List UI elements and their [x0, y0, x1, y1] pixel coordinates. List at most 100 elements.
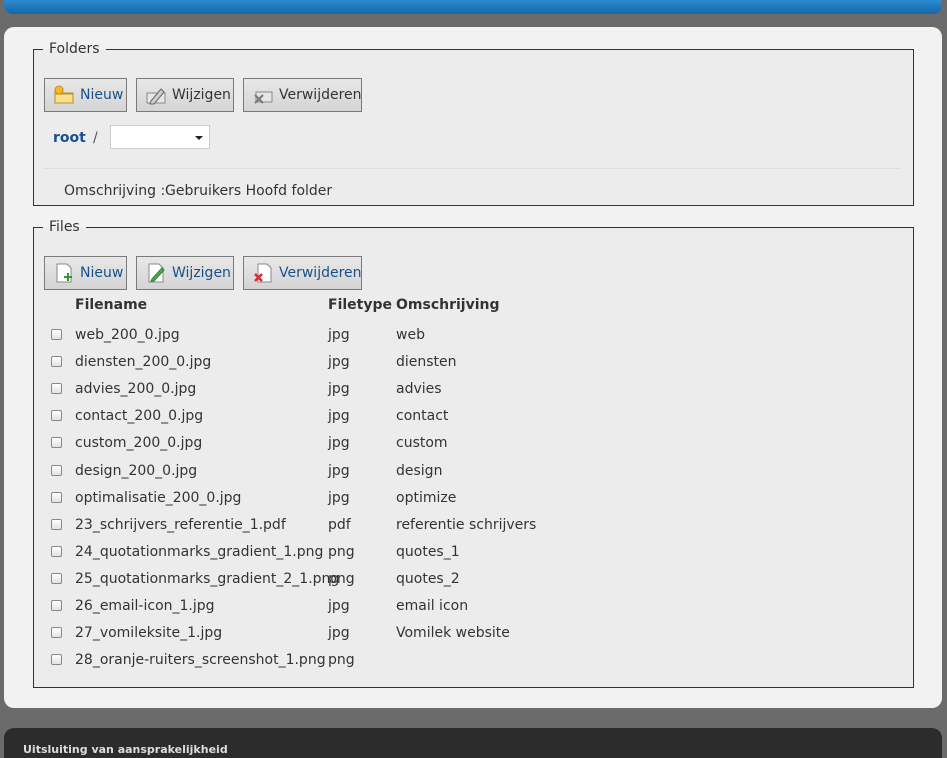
- folder-delete-label: Verwijderen: [279, 87, 362, 103]
- folders-legend: Folders: [49, 41, 100, 57]
- folder-new-button[interactable]: Nieuw: [44, 78, 127, 112]
- row-filetype: pdf: [328, 516, 351, 533]
- table-row: advies_200_0.jpg jpg advies: [34, 378, 904, 405]
- table-row: 27_vomileksite_1.jpg jpg Vomilek website: [34, 622, 904, 649]
- row-description: Vomilek website: [396, 625, 510, 642]
- row-description: optimize: [396, 489, 457, 506]
- folder-delete-icon: [252, 84, 274, 106]
- row-filetype: jpg: [328, 354, 350, 371]
- row-checkbox[interactable]: [51, 654, 62, 666]
- row-filetype: jpg: [328, 462, 350, 479]
- file-edit-icon: [145, 262, 167, 284]
- row-description: design: [396, 462, 443, 479]
- row-filename: diensten_200_0.jpg: [75, 354, 212, 371]
- row-filetype: png: [328, 652, 355, 669]
- top-header-bar: [4, 0, 942, 14]
- folder-edit-icon: [145, 84, 167, 106]
- column-header-filename: Filename: [75, 297, 148, 313]
- table-row: 25_quotationmarks_gradient_2_1.png png quo…: [34, 568, 904, 595]
- table-row: 28_oranje-ruiters_screenshot_1.png png: [34, 649, 904, 676]
- column-header-description: Omschrijving: [396, 297, 500, 313]
- row-checkbox[interactable]: [51, 518, 62, 530]
- row-filetype: png: [328, 570, 355, 587]
- folder-description-label: Omschrijving :: [64, 183, 166, 199]
- row-filetype: png: [328, 543, 355, 560]
- file-edit-button[interactable]: Wijzigen: [136, 256, 234, 290]
- table-row: design_200_0.jpg jpg design: [34, 460, 904, 487]
- row-filename: contact_200_0.jpg: [75, 408, 204, 425]
- row-description: quotes_2: [396, 570, 460, 587]
- row-description: advies: [396, 381, 442, 398]
- table-row: optimalisatie_200_0.jpg jpg optimize: [34, 487, 904, 514]
- row-filename: optimalisatie_200_0.jpg: [75, 489, 242, 506]
- chevron-down-icon: [195, 136, 203, 140]
- row-filetype: jpg: [328, 381, 350, 398]
- row-filename: 26_email-icon_1.jpg: [75, 598, 215, 614]
- table-row: contact_200_0.jpg jpg contact: [34, 405, 904, 432]
- row-filename: 28_oranje-ruiters_screenshot_1.png: [75, 652, 326, 669]
- row-checkbox[interactable]: [51, 329, 62, 340]
- row-checkbox[interactable]: [51, 545, 62, 557]
- row-filetype: jpg: [328, 408, 350, 425]
- row-description: custom: [396, 435, 448, 452]
- row-checkbox[interactable]: [51, 410, 62, 422]
- row-filetype: jpg: [328, 489, 350, 506]
- row-checkbox[interactable]: [51, 572, 62, 584]
- row-description: referentie schrijvers: [396, 516, 537, 533]
- row-checkbox[interactable]: [51, 627, 62, 639]
- table-row: 24_quotationmarks_gradient_1.png png quote…: [34, 541, 904, 568]
- row-description: web: [396, 327, 425, 343]
- files-legend: Files: [49, 219, 80, 235]
- row-filename: advies_200_0.jpg: [75, 381, 197, 398]
- folder-new-icon: [53, 84, 75, 106]
- row-checkbox[interactable]: [51, 600, 62, 611]
- footer: Uitsluiting van aansprakelijkheid: [4, 728, 942, 758]
- table-row: custom_200_0.jpg jpg custom: [34, 432, 904, 459]
- row-description: quotes_1: [396, 543, 460, 560]
- file-new-label: Nieuw: [80, 265, 124, 281]
- row-filename: web_200_0.jpg: [75, 327, 180, 343]
- folder-new-label: Nieuw: [80, 87, 124, 103]
- table-row: 26_email-icon_1.jpg jpg email icon: [34, 595, 904, 622]
- breadcrumb-root-link[interactable]: root: [53, 130, 86, 146]
- file-delete-button[interactable]: Verwijderen: [243, 256, 362, 290]
- table-row: diensten_200_0.jpg jpg diensten: [34, 351, 904, 378]
- row-filename: 27_vomileksite_1.jpg: [75, 625, 223, 642]
- row-filename: 25_quotationmarks_gradient_2_1.png: [75, 570, 340, 587]
- file-new-button[interactable]: Nieuw: [44, 256, 127, 290]
- row-description: diensten: [396, 354, 457, 371]
- file-edit-label: Wijzigen: [172, 265, 231, 281]
- row-checkbox[interactable]: [51, 356, 62, 368]
- row-filetype: jpg: [328, 435, 350, 452]
- table-row: 23_schrijvers_referentie_1.pdf pdf referen…: [34, 514, 904, 541]
- folder-edit-button[interactable]: Wijzigen: [136, 78, 234, 112]
- folders-section: Folders Nieuw Wijzigen Verwijderen root …: [33, 41, 914, 206]
- breadcrumb-separator: /: [93, 130, 98, 146]
- column-header-filetype: Filetype: [328, 297, 392, 313]
- row-filename: 23_schrijvers_referentie_1.pdf: [75, 516, 286, 533]
- footer-disclaimer-link[interactable]: Uitsluiting van aansprakelijkheid: [23, 743, 228, 756]
- main-panel: Folders Nieuw Wijzigen Verwijderen root …: [4, 27, 942, 708]
- subfolder-select[interactable]: [110, 125, 210, 149]
- divider: [44, 168, 899, 169]
- table-row: web_200_0.jpg jpg web: [34, 324, 904, 351]
- row-filename: design_200_0.jpg: [75, 462, 198, 479]
- row-description: email icon: [396, 598, 469, 614]
- folder-description-value: Gebruikers Hoofd folder: [165, 183, 333, 199]
- row-checkbox[interactable]: [51, 383, 62, 395]
- folder-edit-label: Wijzigen: [172, 87, 231, 103]
- row-filename: 24_quotationmarks_gradient_1.png: [75, 543, 324, 560]
- file-delete-label: Verwijderen: [279, 265, 362, 281]
- row-checkbox[interactable]: [51, 464, 62, 476]
- file-delete-icon: [252, 262, 274, 284]
- row-checkbox[interactable]: [51, 437, 62, 449]
- row-filetype: jpg: [328, 327, 350, 343]
- folder-delete-button[interactable]: Verwijderen: [243, 78, 362, 112]
- row-filename: custom_200_0.jpg: [75, 435, 203, 452]
- file-new-icon: [53, 262, 75, 284]
- row-filetype: jpg: [328, 625, 350, 642]
- row-filetype: jpg: [328, 598, 350, 614]
- row-checkbox[interactable]: [51, 491, 62, 503]
- row-description: contact: [396, 408, 449, 425]
- files-section: Files Nieuw Wijzigen Verwijderen Filenam…: [33, 219, 914, 688]
